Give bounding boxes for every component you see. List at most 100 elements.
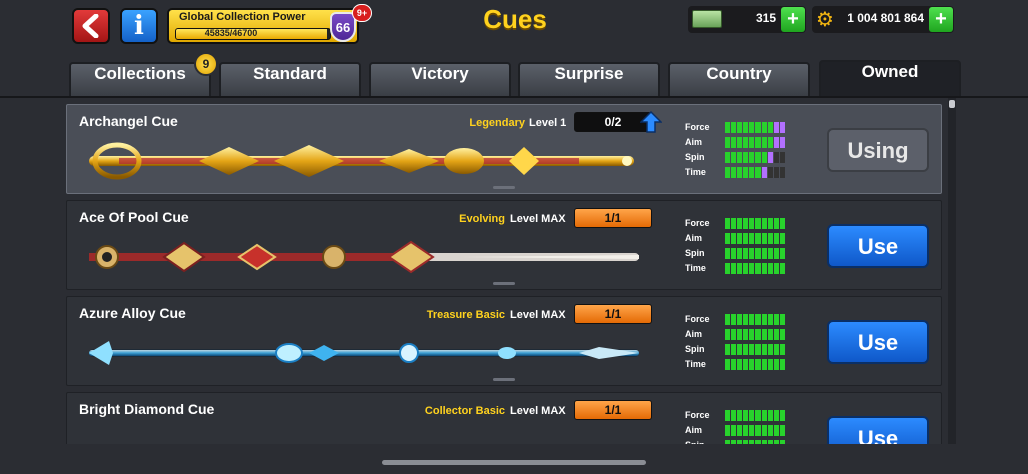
stat-force: Force [685,409,795,421]
cue-row[interactable]: Ace Of Pool Cue Evolving Level MAX 1/1 F… [66,200,942,290]
cue-row[interactable]: Bright Diamond Cue Collector Basic Level… [66,392,942,444]
stat-segment [725,248,731,259]
coin-value: 1 004 801 864 [847,11,924,25]
stat-segment [779,314,785,325]
stat-force-bar [725,122,785,133]
stat-label: Aim [685,137,703,147]
stat-segment [725,359,731,370]
stat-segment [725,218,731,229]
bottom-area [0,444,1028,474]
cue-name: Azure Alloy Cue [79,305,186,321]
stat-segment [749,122,755,133]
info-button[interactable]: i [120,8,158,44]
stat-segment [749,425,755,436]
stat-segment [773,248,779,259]
archangel-cue-image [89,142,634,180]
stat-label: Aim [685,329,703,339]
stat-segment [767,410,773,421]
stat-segment [737,329,743,340]
back-button[interactable] [72,8,110,44]
stat-aim: Aim [685,232,795,244]
tab-collections[interactable]: Collections [69,62,211,96]
stat-segment [755,248,761,259]
stat-segment [773,425,779,436]
stat-segment [779,167,785,178]
stat-segment [737,233,743,244]
stat-segment [737,248,743,259]
stat-segment [749,344,755,355]
cue-row[interactable]: Azure Alloy Cue Treasure Basic Level MAX… [66,296,942,386]
cue-upgrade-progress: 1/1 [574,400,652,420]
stat-aim: Aim [685,328,795,340]
row-handle [493,378,515,381]
bright-diamond-cue-image [79,429,645,444]
coin-gear-icon: ⚙ [816,7,834,31]
gcp-progress-bar: 45835/46700 [175,28,331,40]
stat-segment [731,233,737,244]
header: i Global Collection Power 45835/46700 66… [0,0,1028,58]
stat-segment [731,410,737,421]
stat-segment [737,425,743,436]
stat-segment [743,152,749,163]
cue-rarity: Legendary [469,117,525,129]
use-button[interactable]: Use [827,416,929,444]
add-coins-button[interactable]: + [929,7,953,32]
stat-segment [749,314,755,325]
stat-segment [761,218,767,229]
stat-segment [737,152,743,163]
stat-segment [755,359,761,370]
stat-segment [731,167,737,178]
add-cash-button[interactable]: + [781,7,805,32]
using-button[interactable]: Using [827,128,929,172]
stat-segment [755,152,761,163]
ace-of-pool-cue-image [89,240,639,274]
cue-row[interactable]: Archangel Cue Legendary Level 1 0/2 Forc… [66,104,942,194]
stat-segment [761,233,767,244]
stat-spin-bar [725,344,785,355]
tab-owned[interactable]: Owned [819,60,961,98]
stat-segment [749,263,755,274]
stat-spin: Spin [685,343,795,355]
stat-segment [725,137,731,148]
cue-level: Level MAX [510,309,566,321]
stat-segment [761,248,767,259]
stat-segment [779,137,785,148]
tab-surprise[interactable]: Surprise [518,62,660,96]
stat-spin: Spin [685,247,795,259]
stat-segment [767,263,773,274]
stat-time: Time [685,358,795,370]
cash-counter: 315 + [688,6,806,33]
upgrade-arrow-icon[interactable] [640,111,662,133]
list-scrollbar[interactable] [948,98,956,444]
cue-list[interactable]: Archangel Cue Legendary Level 1 0/2 Forc… [0,98,948,444]
stat-segment [743,329,749,340]
home-indicator[interactable] [382,460,646,465]
tab-collections-badge: 9 [194,52,218,76]
stat-aim: Aim [685,136,795,148]
stat-label: Aim [685,425,703,435]
stat-segment [773,233,779,244]
cue-level: Level MAX [510,213,566,225]
stat-segment [731,329,737,340]
stat-segment [761,152,767,163]
stat-segment [749,233,755,244]
tab-standard[interactable]: Standard [219,62,361,96]
stat-segment [755,329,761,340]
stat-segment [737,359,743,370]
tab-victory[interactable]: Victory [369,62,511,96]
scrollbar-thumb[interactable] [949,100,955,108]
cue-stats: Force Aim Spin [685,409,795,444]
info-icon: i [134,11,144,41]
stat-segment [743,167,749,178]
stat-segment [773,410,779,421]
tab-country[interactable]: Country [668,62,810,96]
stat-force-bar [725,218,785,229]
stat-segment [773,263,779,274]
stat-spin-bar [725,152,785,163]
stat-segment [725,425,731,436]
use-button[interactable]: Use [827,224,929,268]
stat-segment [773,344,779,355]
stat-segment [767,233,773,244]
stat-label: Force [685,314,710,324]
use-button[interactable]: Use [827,320,929,364]
